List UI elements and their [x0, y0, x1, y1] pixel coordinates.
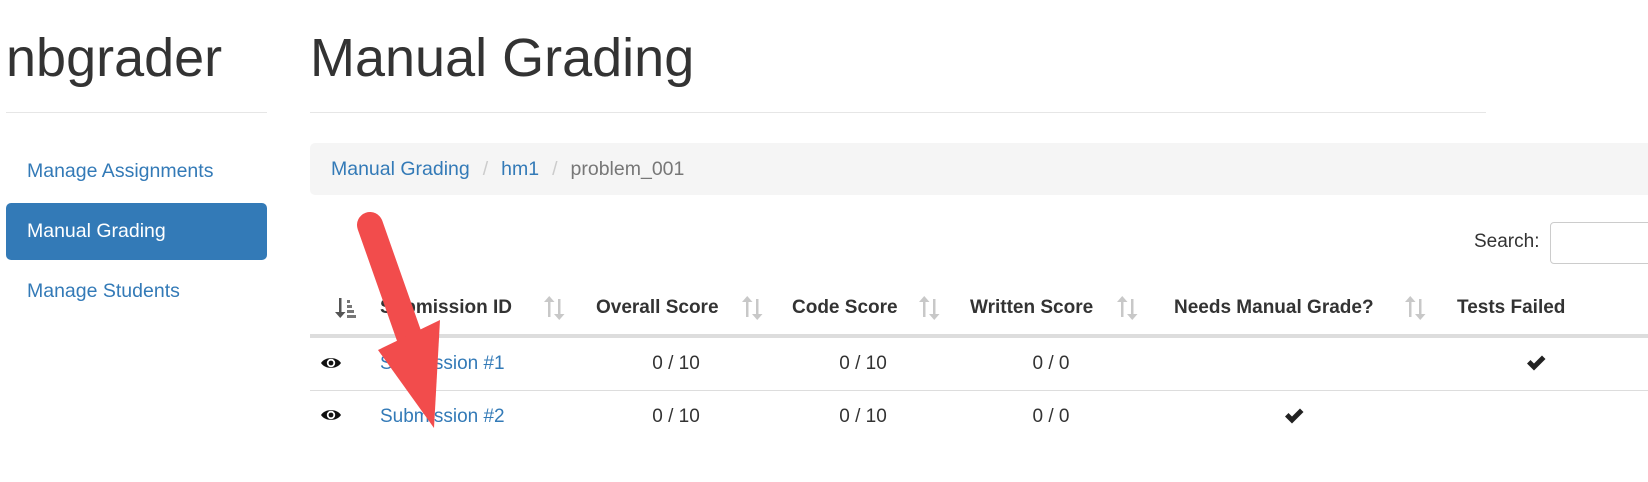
written-score-cell: 0 / 0	[1032, 406, 1070, 427]
col-submission-id[interactable]: Submission ID	[380, 296, 512, 320]
code-score-cell: 0 / 10	[839, 353, 887, 374]
title-divider	[310, 112, 1486, 113]
col-tests-failed[interactable]: Tests Failed	[1457, 296, 1565, 320]
search-input[interactable]	[1550, 222, 1648, 264]
submission-link[interactable]: Submission #2	[380, 405, 505, 429]
breadcrumb: Manual Grading / hm1 / problem_001	[310, 143, 1648, 195]
submission-link[interactable]: Submission #1	[380, 352, 505, 376]
checkmark-icon	[1526, 354, 1546, 372]
breadcrumb-hm1[interactable]: hm1	[501, 158, 539, 180]
sort-both-icon[interactable]	[1404, 295, 1428, 321]
eye-icon[interactable]	[320, 407, 342, 423]
overall-score-cell: 0 / 10	[652, 353, 700, 374]
page-title: Manual Grading	[310, 28, 695, 88]
overall-score-cell: 0 / 10	[652, 406, 700, 427]
written-score-cell: 0 / 0	[1032, 353, 1070, 374]
table-header-border	[310, 334, 1648, 338]
search-label: Search:	[1474, 231, 1540, 252]
checkmark-icon	[1284, 407, 1304, 425]
col-overall-score[interactable]: Overall Score	[596, 296, 719, 320]
breadcrumb-current: problem_001	[570, 158, 685, 180]
table-row-divider	[310, 390, 1648, 391]
sort-both-icon[interactable]	[1116, 295, 1140, 321]
sort-both-icon[interactable]	[543, 295, 567, 321]
app-title: nbgrader	[6, 28, 223, 88]
breadcrumb-separator: /	[482, 158, 489, 180]
sort-ascending-icon[interactable]	[334, 295, 358, 321]
breadcrumb-manual-grading[interactable]: Manual Grading	[331, 158, 470, 180]
sort-both-icon[interactable]	[741, 295, 765, 321]
eye-icon[interactable]	[320, 355, 342, 371]
nav-item-manage-assignments[interactable]: Manage Assignments	[6, 143, 267, 200]
sort-both-icon[interactable]	[918, 295, 942, 321]
code-score-cell: 0 / 10	[839, 406, 887, 427]
col-code-score[interactable]: Code Score	[792, 296, 898, 320]
sidebar-divider	[6, 112, 267, 113]
col-written-score[interactable]: Written Score	[970, 296, 1093, 320]
nav-item-manage-students[interactable]: Manage Students	[6, 263, 267, 320]
col-needs-manual-grade[interactable]: Needs Manual Grade?	[1174, 296, 1374, 320]
breadcrumb-separator: /	[552, 158, 558, 180]
nav-item-manual-grading[interactable]: Manual Grading	[6, 203, 267, 260]
sidebar-nav: Manage Assignments Manual Grading Manage…	[6, 143, 267, 323]
